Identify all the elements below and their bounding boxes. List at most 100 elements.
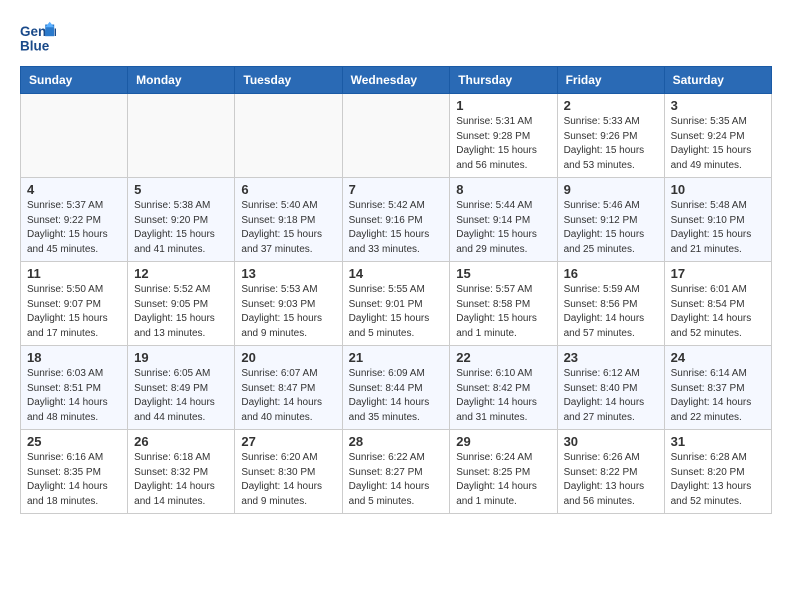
calendar-cell: 22Sunrise: 6:10 AM Sunset: 8:42 PM Dayli…: [450, 346, 557, 430]
day-info: Sunrise: 6:26 AM Sunset: 8:22 PM Dayligh…: [564, 451, 658, 509]
day-number: 6: [241, 182, 335, 197]
day-number: 17: [671, 266, 765, 281]
week-row-3: 11 Sunrise: 5:50 AM Sunset: 9:07 PM Dayli…: [21, 262, 772, 346]
weekday-header-friday: Friday: [557, 67, 664, 94]
day-number: 2: [564, 98, 658, 113]
calendar-cell: 8 Sunrise: 5:44 AM Sunset: 9:14 PM Daylig…: [450, 178, 557, 262]
calendar-cell: 18 Sunrise: 6:03 AM Sunset: 8:51 PM Dayli…: [21, 346, 128, 430]
day-info: Sunrise: 5:53 AM Sunset: 9:03 PM Dayligh…: [241, 283, 335, 341]
calendar-cell: 5 Sunrise: 5:38 AM Sunset: 9:20 PM Daylig…: [128, 178, 235, 262]
day-number: 12: [134, 266, 228, 281]
calendar-cell: 13 Sunrise: 5:53 AM Sunset: 9:03 PM Dayli…: [235, 262, 342, 346]
day-info: Sunrise: 6:14 AM Sunset: 8:37 PM Dayligh…: [671, 367, 765, 425]
day-number: 20: [241, 350, 335, 365]
day-info: Sunrise: 6:16 AM Sunset: 8:35 PM Dayligh…: [27, 451, 121, 509]
day-number: 21: [349, 350, 444, 365]
day-number: 30: [564, 434, 658, 449]
calendar-cell: 24 Sunrise: 6:14 AM Sunset: 8:37 PM Dayli…: [664, 346, 771, 430]
day-info: Sunrise: 5:42 AM Sunset: 9:16 PM Dayligh…: [349, 199, 444, 257]
day-info: Sunrise: 6:28 AM Sunset: 8:20 PM Dayligh…: [671, 451, 765, 509]
calendar-cell: [342, 94, 450, 178]
day-info: Sunrise: 5:50 AM Sunset: 9:07 PM Dayligh…: [27, 283, 121, 341]
weekday-header-sunday: Sunday: [21, 67, 128, 94]
day-info: Sunrise: 6:01 AM Sunset: 8:54 PM Dayligh…: [671, 283, 765, 341]
day-info: Sunrise: 5:44 AM Sunset: 9:14 PM Dayligh…: [456, 199, 550, 257]
day-number: 16: [564, 266, 658, 281]
day-info: Sunrise: 5:38 AM Sunset: 9:20 PM Dayligh…: [134, 199, 228, 257]
calendar-cell: 20 Sunrise: 6:07 AM Sunset: 8:47 PM Dayli…: [235, 346, 342, 430]
day-info: Sunrise: 6:03 AM Sunset: 8:51 PM Dayligh…: [27, 367, 121, 425]
calendar-cell: 6 Sunrise: 5:40 AM Sunset: 9:18 PM Daylig…: [235, 178, 342, 262]
day-info: Sunrise: 5:55 AM Sunset: 9:01 PM Dayligh…: [349, 283, 444, 341]
day-info: Sunrise: 6:18 AM Sunset: 8:32 PM Dayligh…: [134, 451, 228, 509]
calendar-cell: 25 Sunrise: 6:16 AM Sunset: 8:35 PM Dayli…: [21, 430, 128, 514]
day-info: Sunrise: 6:12 AM Sunset: 8:40 PM Dayligh…: [564, 367, 658, 425]
calendar-body: 1 Sunrise: 5:31 AM Sunset: 9:28 PM Daylig…: [21, 94, 772, 514]
weekday-header-thursday: Thursday: [450, 67, 557, 94]
day-number: 5: [134, 182, 228, 197]
day-number: 8: [456, 182, 550, 197]
day-info: Sunrise: 6:24 AM Sunset: 8:25 PM Dayligh…: [456, 451, 550, 509]
calendar-cell: 14Sunrise: 5:55 AM Sunset: 9:01 PM Dayli…: [342, 262, 450, 346]
day-number: 10: [671, 182, 765, 197]
day-info: Sunrise: 6:09 AM Sunset: 8:44 PM Dayligh…: [349, 367, 444, 425]
weekday-header-monday: Monday: [128, 67, 235, 94]
week-row-1: 1 Sunrise: 5:31 AM Sunset: 9:28 PM Daylig…: [21, 94, 772, 178]
calendar: SundayMondayTuesdayWednesdayThursdayFrid…: [20, 66, 772, 514]
day-info: Sunrise: 5:33 AM Sunset: 9:26 PM Dayligh…: [564, 115, 658, 173]
calendar-cell: 17 Sunrise: 6:01 AM Sunset: 8:54 PM Dayli…: [664, 262, 771, 346]
day-number: 3: [671, 98, 765, 113]
day-info: Sunrise: 5:37 AM Sunset: 9:22 PM Dayligh…: [27, 199, 121, 257]
calendar-cell: 31 Sunrise: 6:28 AM Sunset: 8:20 PM Dayli…: [664, 430, 771, 514]
weekday-header-saturday: Saturday: [664, 67, 771, 94]
day-info: Sunrise: 5:35 AM Sunset: 9:24 PM Dayligh…: [671, 115, 765, 173]
day-number: 24: [671, 350, 765, 365]
day-info: Sunrise: 6:22 AM Sunset: 8:27 PM Dayligh…: [349, 451, 444, 509]
day-info: Sunrise: 5:46 AM Sunset: 9:12 PM Dayligh…: [564, 199, 658, 257]
day-number: 11: [27, 266, 121, 281]
calendar-cell: 19Sunrise: 6:05 AM Sunset: 8:49 PM Dayli…: [128, 346, 235, 430]
day-info: Sunrise: 6:07 AM Sunset: 8:47 PM Dayligh…: [241, 367, 335, 425]
day-number: 1: [456, 98, 550, 113]
day-number: 19: [134, 350, 228, 365]
day-number: 7: [349, 182, 444, 197]
calendar-cell: 15Sunrise: 5:57 AM Sunset: 8:58 PM Dayli…: [450, 262, 557, 346]
calendar-cell: [235, 94, 342, 178]
day-number: 29: [456, 434, 550, 449]
page-header: General Blue: [20, 20, 772, 56]
day-number: 4: [27, 182, 121, 197]
day-number: 18: [27, 350, 121, 365]
weekday-header-tuesday: Tuesday: [235, 67, 342, 94]
day-number: 27: [241, 434, 335, 449]
calendar-cell: 29 Sunrise: 6:24 AM Sunset: 8:25 PM Dayli…: [450, 430, 557, 514]
day-info: Sunrise: 6:10 AM Sunset: 8:42 PM Dayligh…: [456, 367, 550, 425]
weekday-header-wednesday: Wednesday: [342, 67, 450, 94]
week-row-5: 25 Sunrise: 6:16 AM Sunset: 8:35 PM Dayli…: [21, 430, 772, 514]
logo-icon: General Blue: [20, 20, 56, 56]
day-info: Sunrise: 5:57 AM Sunset: 8:58 PM Dayligh…: [456, 283, 550, 341]
calendar-cell: 3 Sunrise: 5:35 AM Sunset: 9:24 PM Daylig…: [664, 94, 771, 178]
calendar-cell: 26Sunrise: 6:18 AM Sunset: 8:32 PM Dayli…: [128, 430, 235, 514]
day-info: Sunrise: 5:31 AM Sunset: 9:28 PM Dayligh…: [456, 115, 550, 173]
calendar-cell: 9 Sunrise: 5:46 AM Sunset: 9:12 PM Daylig…: [557, 178, 664, 262]
day-number: 23: [564, 350, 658, 365]
calendar-cell: 21 Sunrise: 6:09 AM Sunset: 8:44 PM Dayli…: [342, 346, 450, 430]
day-info: Sunrise: 5:40 AM Sunset: 9:18 PM Dayligh…: [241, 199, 335, 257]
day-number: 25: [27, 434, 121, 449]
calendar-cell: [21, 94, 128, 178]
day-number: 9: [564, 182, 658, 197]
day-info: Sunrise: 6:20 AM Sunset: 8:30 PM Dayligh…: [241, 451, 335, 509]
logo: General Blue: [20, 20, 62, 56]
calendar-cell: 1 Sunrise: 5:31 AM Sunset: 9:28 PM Daylig…: [450, 94, 557, 178]
day-info: Sunrise: 5:59 AM Sunset: 8:56 PM Dayligh…: [564, 283, 658, 341]
svg-text:Blue: Blue: [20, 39, 50, 54]
calendar-cell: [128, 94, 235, 178]
day-number: 31: [671, 434, 765, 449]
calendar-cell: 30 Sunrise: 6:26 AM Sunset: 8:22 PM Dayli…: [557, 430, 664, 514]
day-number: 13: [241, 266, 335, 281]
day-number: 28: [349, 434, 444, 449]
calendar-cell: 7 Sunrise: 5:42 AM Sunset: 9:16 PM Daylig…: [342, 178, 450, 262]
calendar-cell: 27 Sunrise: 6:20 AM Sunset: 8:30 PM Dayli…: [235, 430, 342, 514]
calendar-cell: 4 Sunrise: 5:37 AM Sunset: 9:22 PM Daylig…: [21, 178, 128, 262]
day-info: Sunrise: 5:52 AM Sunset: 9:05 PM Dayligh…: [134, 283, 228, 341]
